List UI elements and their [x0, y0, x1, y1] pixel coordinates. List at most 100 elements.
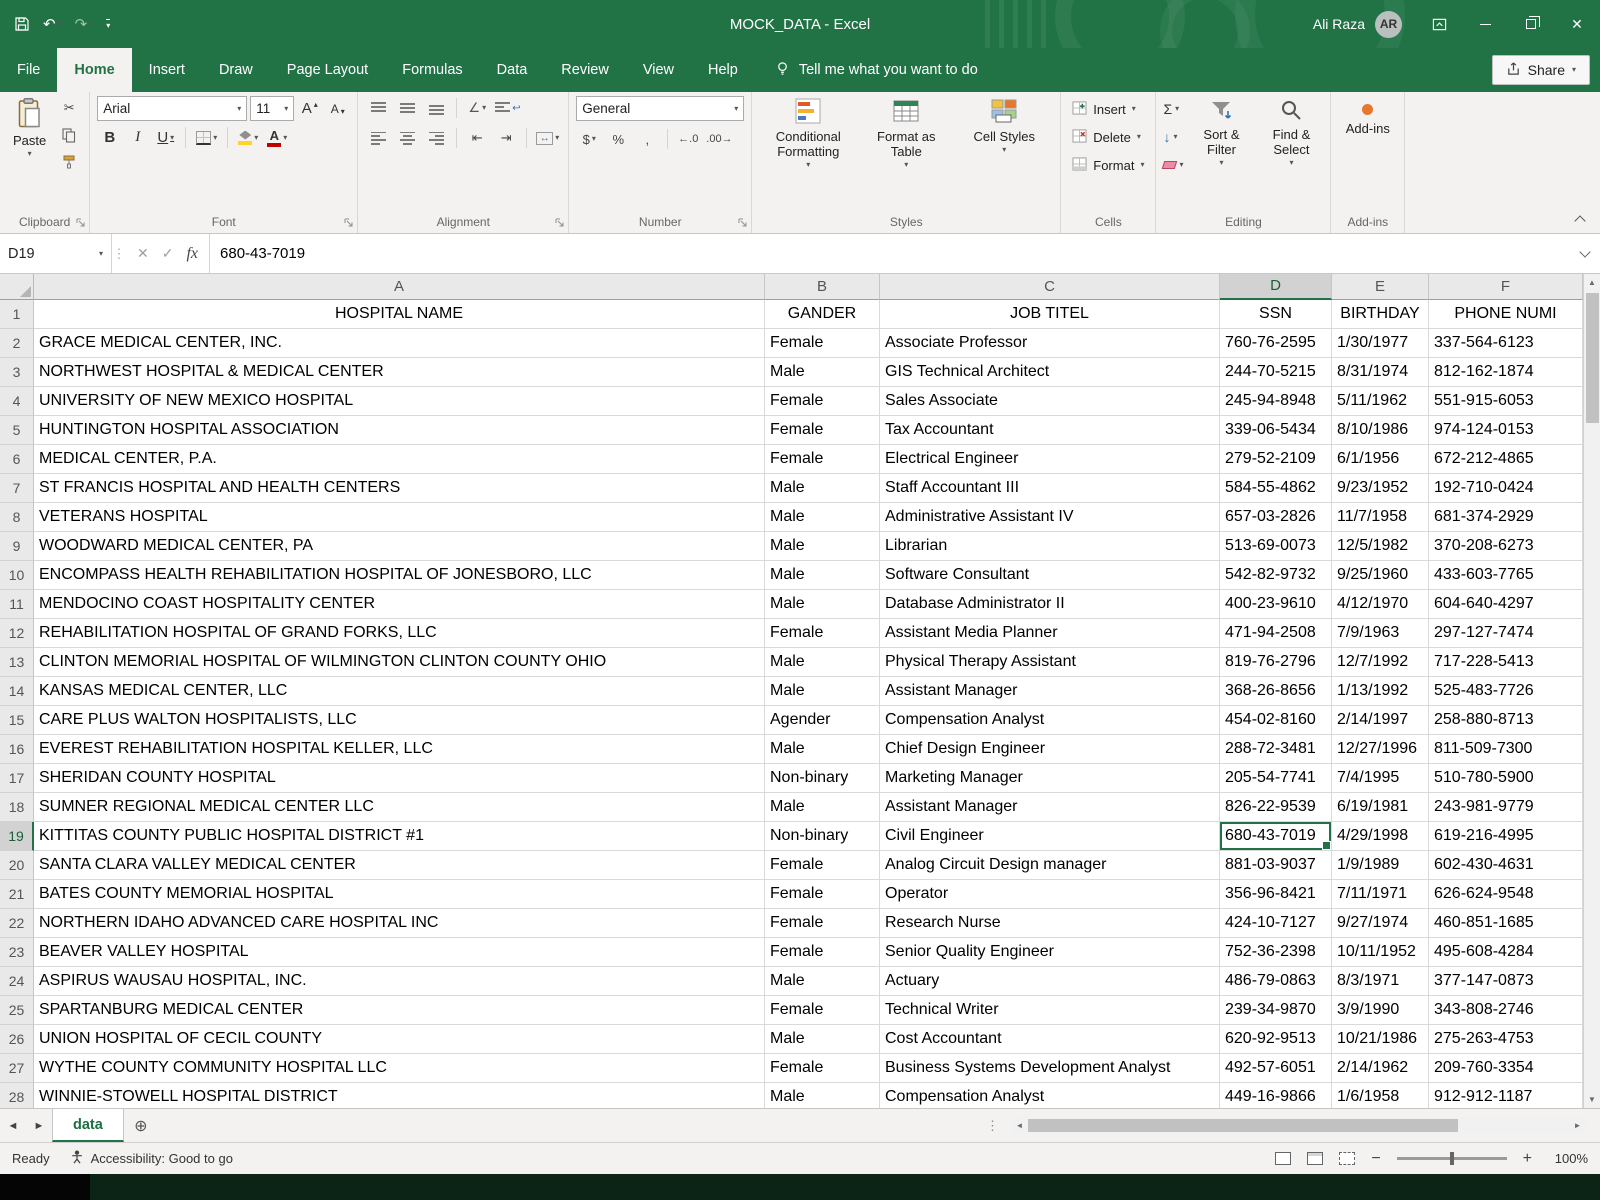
cell-F23[interactable]: 495-608-4284 [1429, 938, 1583, 967]
cell-A14[interactable]: KANSAS MEDICAL CENTER, LLC [34, 677, 765, 706]
cell-C11[interactable]: Database Administrator II [880, 590, 1220, 619]
cell-C14[interactable]: Assistant Manager [880, 677, 1220, 706]
cell-D23[interactable]: 752-36-2398 [1220, 938, 1332, 967]
cell-B22[interactable]: Female [765, 909, 880, 938]
cell-D11[interactable]: 400-23-9610 [1220, 590, 1332, 619]
cell-A1[interactable]: HOSPITAL NAME [34, 300, 765, 329]
cell-B1[interactable]: GANDER [765, 300, 880, 329]
cell-A7[interactable]: ST FRANCIS HOSPITAL AND HEALTH CENTERS [34, 474, 765, 503]
cell-E19[interactable]: 4/29/1998 [1332, 822, 1429, 851]
horizontal-scroll-thumb[interactable] [1028, 1119, 1458, 1132]
cell-A12[interactable]: REHABILITATION HOSPITAL OF GRAND FORKS, … [34, 619, 765, 648]
cell-F11[interactable]: 604-640-4297 [1429, 590, 1583, 619]
underline-button[interactable]: U▾ [153, 125, 178, 150]
cell-A28[interactable]: WINNIE-STOWELL HOSPITAL DISTRICT [34, 1083, 765, 1108]
sort-filter-button[interactable]: Sort & Filter ▾ [1189, 96, 1253, 167]
cell-A27[interactable]: WYTHE COUNTY COMMUNITY HOSPITAL LLC [34, 1054, 765, 1083]
cell-D24[interactable]: 486-79-0863 [1220, 967, 1332, 996]
cell-E5[interactable]: 8/10/1986 [1332, 416, 1429, 445]
vertical-scrollbar[interactable]: ▲ ▼ [1583, 274, 1600, 1108]
cell-B2[interactable]: Female [765, 329, 880, 358]
tab-formulas[interactable]: Formulas [385, 48, 479, 92]
formula-input[interactable]: 680-43-7019 [210, 234, 1570, 273]
row-header-21[interactable]: 21 [0, 880, 34, 909]
tab-help[interactable]: Help [691, 48, 755, 92]
cell-A3[interactable]: NORTHWEST HOSPITAL & MEDICAL CENTER [34, 358, 765, 387]
vertical-scroll-thumb[interactable] [1586, 293, 1599, 423]
cell-F13[interactable]: 717-228-5413 [1429, 648, 1583, 677]
cell-E8[interactable]: 11/7/1958 [1332, 503, 1429, 532]
cell-B26[interactable]: Male [765, 1025, 880, 1054]
row-header-22[interactable]: 22 [0, 909, 34, 938]
conditional-formatting-button[interactable]: Conditional Formatting ▾ [759, 96, 857, 169]
cell-A13[interactable]: CLINTON MEMORIAL HOSPITAL OF WILMINGTON … [34, 648, 765, 677]
cell-A19[interactable]: KITTITAS COUNTY PUBLIC HOSPITAL DISTRICT… [34, 822, 765, 851]
enter-icon[interactable]: ✓ [162, 245, 174, 262]
cell-F9[interactable]: 370-208-6273 [1429, 532, 1583, 561]
cell-C23[interactable]: Senior Quality Engineer [880, 938, 1220, 967]
cell-C28[interactable]: Compensation Analyst [880, 1083, 1220, 1108]
orientation-button[interactable]: ∠▾ [464, 96, 490, 120]
cell-D13[interactable]: 819-76-2796 [1220, 648, 1332, 677]
expand-formula-bar-button[interactable] [1570, 234, 1600, 273]
decrease-font-size-button[interactable]: A▾ [325, 96, 350, 121]
copy-button[interactable] [56, 123, 82, 147]
accessibility-status[interactable]: Accessibility: Good to go [70, 1150, 233, 1167]
cell-E21[interactable]: 7/11/1971 [1332, 880, 1429, 909]
cell-D7[interactable]: 584-55-4862 [1220, 474, 1332, 503]
cell-E18[interactable]: 6/19/1981 [1332, 793, 1429, 822]
cell-D28[interactable]: 449-16-9866 [1220, 1083, 1332, 1108]
cell-A18[interactable]: SUMNER REGIONAL MEDICAL CENTER LLC [34, 793, 765, 822]
cell-A4[interactable]: UNIVERSITY OF NEW MEXICO HOSPITAL [34, 387, 765, 416]
cell-C26[interactable]: Cost Accountant [880, 1025, 1220, 1054]
row-header-9[interactable]: 9 [0, 532, 34, 561]
scroll-right-icon[interactable]: ► [1569, 1121, 1586, 1130]
cell-C5[interactable]: Tax Accountant [880, 416, 1220, 445]
number-format-combo[interactable]: General ▾ [576, 96, 744, 121]
cell-D4[interactable]: 245-94-8948 [1220, 387, 1332, 416]
cell-C10[interactable]: Software Consultant [880, 561, 1220, 590]
cancel-icon[interactable]: ✕ [137, 245, 149, 262]
row-header-27[interactable]: 27 [0, 1054, 34, 1083]
column-header-C[interactable]: C [880, 274, 1220, 300]
cell-C20[interactable]: Analog Circuit Design manager [880, 851, 1220, 880]
font-size-combo[interactable]: 11 ▾ [250, 96, 294, 121]
cell-C4[interactable]: Sales Associate [880, 387, 1220, 416]
cell-A5[interactable]: HUNTINGTON HOSPITAL ASSOCIATION [34, 416, 765, 445]
tab-home[interactable]: Home [57, 48, 131, 92]
cell-C27[interactable]: Business Systems Development Analyst [880, 1054, 1220, 1083]
increase-decimal-button[interactable]: ←.0 [675, 127, 701, 151]
cell-D5[interactable]: 339-06-5434 [1220, 416, 1332, 445]
cell-D22[interactable]: 424-10-7127 [1220, 909, 1332, 938]
cell-E26[interactable]: 10/21/1986 [1332, 1025, 1429, 1054]
row-header-5[interactable]: 5 [0, 416, 34, 445]
cell-E14[interactable]: 1/13/1992 [1332, 677, 1429, 706]
cell-F12[interactable]: 297-127-7474 [1429, 619, 1583, 648]
cell-C3[interactable]: GIS Technical Architect [880, 358, 1220, 387]
horizontal-scrollbar[interactable]: ◄ ► [1011, 1117, 1586, 1134]
cell-A20[interactable]: SANTA CLARA VALLEY MEDICAL CENTER [34, 851, 765, 880]
decrease-decimal-button[interactable]: .00→ [704, 127, 734, 151]
cell-A6[interactable]: MEDICAL CENTER, P.A. [34, 445, 765, 474]
row-header-8[interactable]: 8 [0, 503, 34, 532]
cell-E27[interactable]: 2/14/1962 [1332, 1054, 1429, 1083]
cell-C17[interactable]: Marketing Manager [880, 764, 1220, 793]
cell-B28[interactable]: Male [765, 1083, 880, 1108]
cell-D19[interactable]: 680-43-7019 [1220, 822, 1332, 851]
accounting-format-button[interactable]: $▾ [576, 127, 602, 151]
row-header-1[interactable]: 1 [0, 300, 34, 329]
format-cells-button[interactable]: Format ▾ [1068, 152, 1148, 178]
cell-F14[interactable]: 525-483-7726 [1429, 677, 1583, 706]
cell-E2[interactable]: 1/30/1977 [1332, 329, 1429, 358]
wrap-text-button[interactable]: ↩ [493, 96, 522, 120]
cell-C1[interactable]: JOB TITEL [880, 300, 1220, 329]
cell-C7[interactable]: Staff Accountant III [880, 474, 1220, 503]
cell-B25[interactable]: Female [765, 996, 880, 1025]
cell-A26[interactable]: UNION HOSPITAL OF CECIL COUNTY [34, 1025, 765, 1054]
increase-font-size-button[interactable]: A▴ [297, 96, 322, 121]
cell-F4[interactable]: 551-915-6053 [1429, 387, 1583, 416]
cell-B16[interactable]: Male [765, 735, 880, 764]
cell-D6[interactable]: 279-52-2109 [1220, 445, 1332, 474]
cell-B7[interactable]: Male [765, 474, 880, 503]
cell-C12[interactable]: Assistant Media Planner [880, 619, 1220, 648]
